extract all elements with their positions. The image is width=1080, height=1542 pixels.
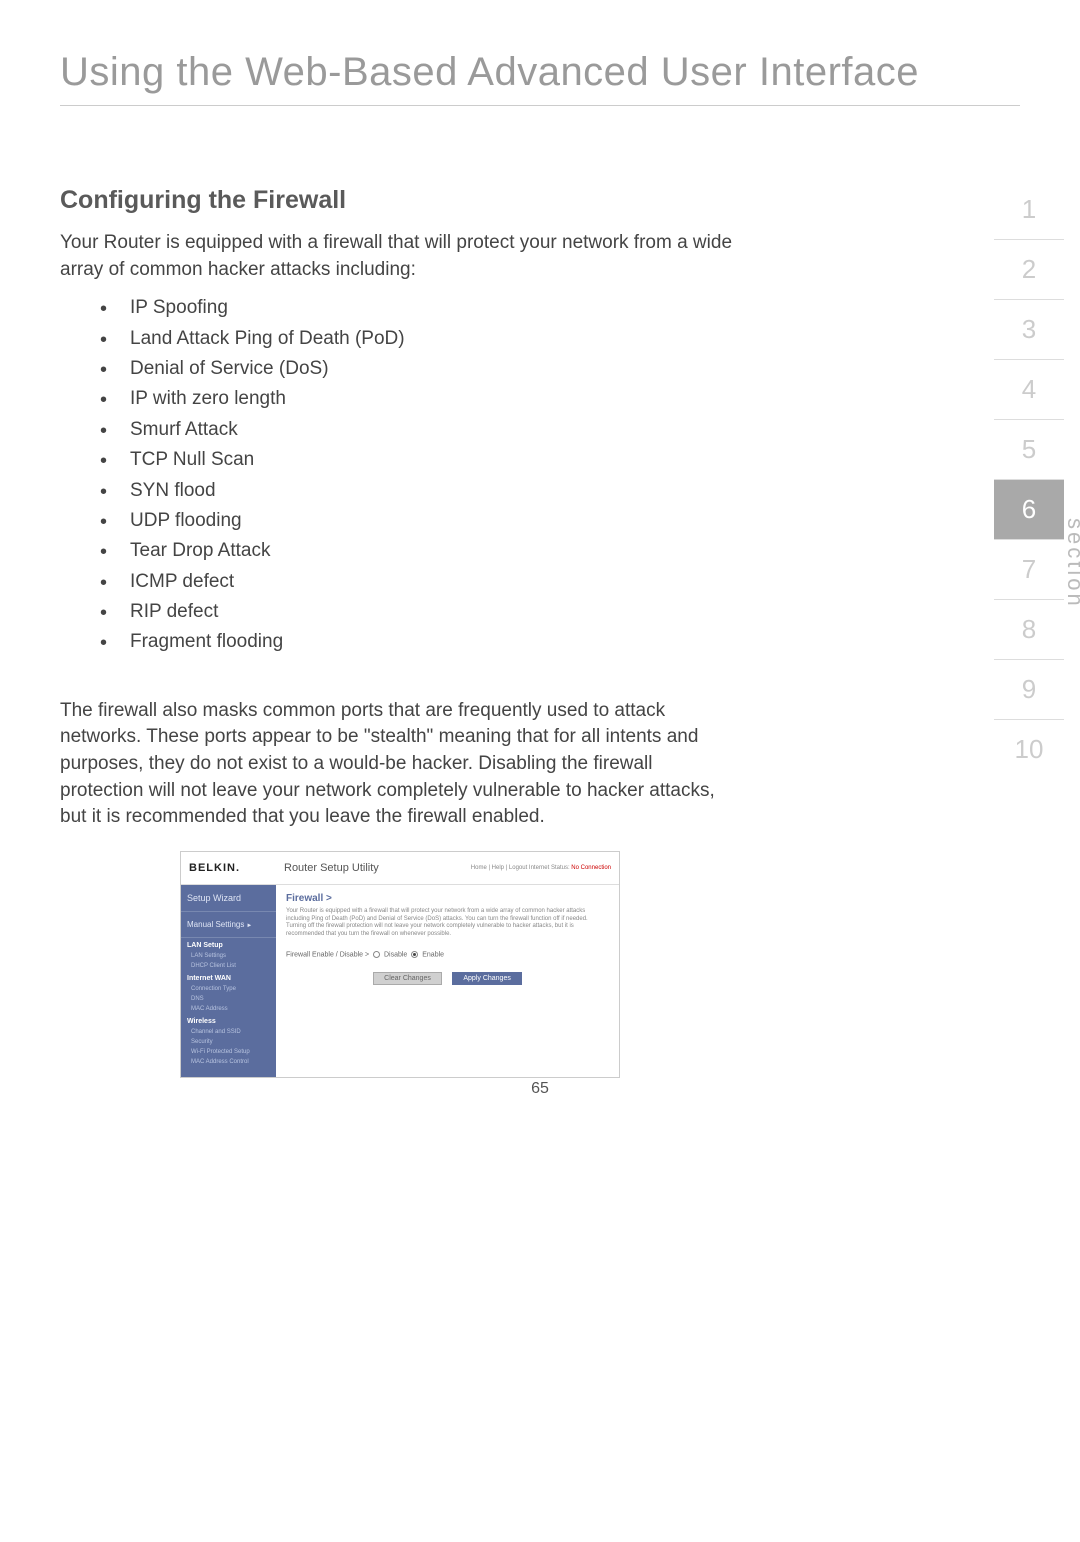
sidebar-item: MAC Address Control [181,1057,276,1067]
list-item: Tear Drop Attack [100,536,740,566]
page-number: 65 [0,1080,1080,1098]
connection-status: No Connection [571,865,611,871]
content-area: Configuring the Firewall Your Router is … [60,186,740,1078]
radio-label-disable: Disable [384,951,407,958]
list-item: IP Spoofing [100,293,740,323]
top-links-text: Home | Help | Logout Internet Status: [471,865,570,871]
firewall-toggle-row: Firewall Enable / Disable > Disable Enab… [286,951,609,958]
list-item: Denial of Service (DoS) [100,354,740,384]
list-item: RIP defect [100,597,740,627]
sidebar-item: Channel and SSID [181,1027,276,1037]
subtitle: Configuring the Firewall [60,186,740,215]
sidebar-item: Security [181,1037,276,1047]
firewall-title: Firewall > [286,893,609,904]
section-nav-2[interactable]: 2 [994,240,1064,300]
sidebar-group: LAN Setup [181,938,276,951]
section-nav-7[interactable]: 7 [994,540,1064,600]
setup-wizard-link: Setup Wizard [181,885,276,912]
list-item: UDP flooding [100,506,740,536]
intro-paragraph: Your Router is equipped with a firewall … [60,230,740,283]
section-nav-10[interactable]: 10 [994,720,1064,779]
stealth-paragraph: The firewall also masks common ports tha… [60,698,740,831]
section-label: section [1062,518,1080,609]
list-item: SYN flood [100,476,740,506]
clear-changes-button: Clear Changes [373,972,442,985]
section-nav: 1 2 3 4 5 6 7 8 9 10 [994,180,1064,779]
screenshot-sidebar: Setup Wizard Manual Settings LAN Setup L… [181,885,276,1077]
section-nav-3[interactable]: 3 [994,300,1064,360]
list-item: Smurf Attack [100,415,740,445]
list-item: TCP Null Scan [100,445,740,475]
radio-disable [373,951,380,958]
sidebar-item: DNS [181,994,276,1004]
sidebar-item: Connection Type [181,984,276,994]
page-title: Using the Web-Based Advanced User Interf… [60,50,1020,106]
sidebar-item: DHCP Client List [181,961,276,971]
firewall-desc: Your Router is equipped with a firewall … [286,908,609,939]
list-item: Fragment flooding [100,627,740,657]
section-nav-4[interactable]: 4 [994,360,1064,420]
radio-enable [411,951,418,958]
section-nav-9[interactable]: 9 [994,660,1064,720]
section-nav-1[interactable]: 1 [994,180,1064,240]
section-nav-5[interactable]: 5 [994,420,1064,480]
list-item: Land Attack Ping of Death (PoD) [100,324,740,354]
sidebar-group: Internet WAN [181,971,276,984]
row-label: Firewall Enable / Disable > [286,951,369,958]
belkin-logo: BELKIN. [181,852,276,884]
router-screenshot: BELKIN. Router Setup Utility Home | Help… [180,851,620,1078]
sidebar-item: Wi-Fi Protected Setup [181,1047,276,1057]
screenshot-title-area: Router Setup Utility Home | Help | Logou… [276,852,619,884]
button-row: Clear Changes Apply Changes [286,972,609,985]
radio-label-enable: Enable [422,951,444,958]
manual-settings-link: Manual Settings [181,912,276,938]
sidebar-group: Wireless [181,1014,276,1027]
screenshot-body: Setup Wizard Manual Settings LAN Setup L… [181,885,619,1077]
utility-title: Router Setup Utility [284,862,379,874]
screenshot-header: BELKIN. Router Setup Utility Home | Help… [181,852,619,885]
list-item: IP with zero length [100,384,740,414]
section-nav-6[interactable]: 6 [994,480,1064,540]
apply-changes-button: Apply Changes [452,972,521,985]
sidebar-item: LAN Settings [181,951,276,961]
top-links: Home | Help | Logout Internet Status: No… [471,865,611,871]
list-item: ICMP defect [100,567,740,597]
screenshot-main: Firewall > Your Router is equipped with … [276,885,619,1077]
attack-list: IP Spoofing Land Attack Ping of Death (P… [100,293,740,658]
sidebar-item: MAC Address [181,1004,276,1014]
section-nav-8[interactable]: 8 [994,600,1064,660]
